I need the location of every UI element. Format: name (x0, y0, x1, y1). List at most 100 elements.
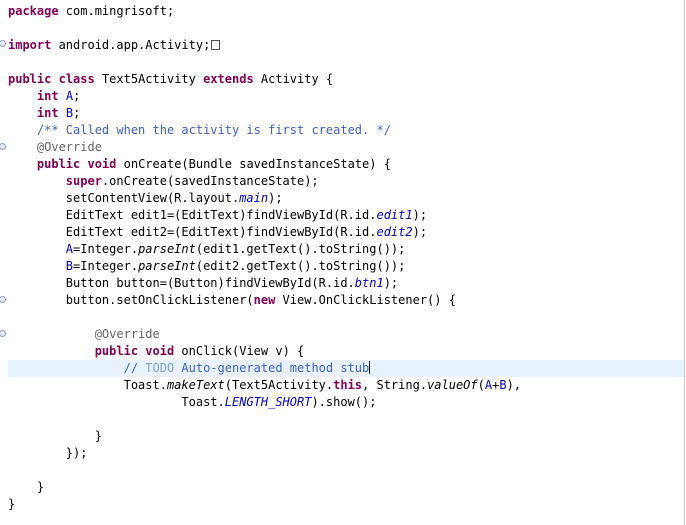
annotation: @Override (94, 327, 160, 341)
editor-border (684, 0, 685, 525)
code-line[interactable]: public void onClick(View v) { (8, 343, 305, 360)
code-text: ); (412, 225, 428, 239)
field-name: B (65, 259, 74, 273)
code-text: onCreate(Bundle savedInstanceState) { (116, 157, 391, 171)
keyword: public (8, 72, 52, 86)
code-text: ; (73, 106, 81, 120)
static-field: edit2 (376, 225, 413, 239)
code-text: Button button=(Button)findViewById(R.id. (65, 276, 355, 290)
keyword: extends (203, 72, 254, 86)
code-line[interactable]: /** Called when the activity is first cr… (8, 122, 391, 139)
code-line[interactable]: }); (8, 445, 88, 462)
code-line[interactable]: public void onCreate(Bundle savedInstanc… (8, 156, 391, 173)
line-comment: Auto-generated method stub (174, 361, 370, 375)
code-text: } (94, 429, 102, 443)
keyword: super (65, 174, 102, 188)
keyword: package (8, 4, 59, 18)
field-name: B (499, 378, 507, 392)
code-text: View.OnClickListener() { (275, 293, 456, 307)
code-text: onClick(View v) { (174, 344, 305, 358)
code-text: setContentView(R.layout. (65, 191, 240, 205)
code-text: Toast. (181, 395, 225, 409)
code-text: .onCreate(savedInstanceState); (101, 174, 319, 188)
keyword: public (36, 157, 81, 171)
keyword: int (36, 106, 59, 120)
code-text: EditText edit2=(EditText)findViewById(R.… (65, 225, 377, 239)
code-text: Toast. (123, 378, 167, 392)
code-text: button.setOnClickListener( (65, 293, 254, 307)
keyword: public (94, 344, 139, 358)
keyword: new (253, 293, 276, 307)
code-text: (Text5Activity. (224, 378, 334, 392)
code-line[interactable]: Toast.makeText(Text5Activity.this, Strin… (8, 377, 521, 394)
code-line[interactable]: B=Integer.parseInt(edit2.getText().toStr… (8, 258, 406, 275)
code-line[interactable]: import android.app.Activity; (8, 37, 221, 54)
field-name: B (65, 106, 74, 120)
fold-collapse-icon[interactable] (0, 330, 6, 337)
editor-gutter (0, 0, 8, 525)
text-cursor (369, 361, 371, 374)
code-line[interactable]: Toast.LENGTH_SHORT).show(); (8, 394, 376, 411)
code-line[interactable]: setContentView(R.layout.main); (8, 190, 283, 207)
fold-collapse-icon[interactable] (0, 296, 6, 303)
code-line[interactable]: A=Integer.parseInt(edit1.getText().toStr… (8, 241, 406, 258)
code-text: com.mingrisoft; (58, 4, 175, 18)
code-line[interactable]: } (8, 496, 15, 513)
fold-expand-icon[interactable] (0, 40, 6, 47)
keyword: void (87, 157, 117, 171)
static-method: valueOf (427, 378, 478, 392)
code-line[interactable]: public class Text5Activity extends Activ… (8, 71, 333, 88)
code-text: ( (477, 378, 485, 392)
keyword: void (145, 344, 175, 358)
code-text: ); (383, 276, 399, 290)
code-line[interactable]: Button button=(Button)findViewById(R.id.… (8, 275, 398, 292)
todo-tag: TODO (145, 361, 175, 375)
static-method: parseInt (138, 242, 196, 256)
code-text: }); (65, 446, 88, 460)
code-line[interactable]: button.setOnClickListener(new View.OnCli… (8, 292, 456, 309)
code-line[interactable]: int A; (8, 88, 80, 105)
code-line[interactable]: int B; (8, 105, 80, 122)
code-text: ); (268, 191, 283, 205)
code-line[interactable]: } (8, 428, 102, 445)
keyword: int (36, 89, 59, 103)
code-editor[interactable]: package com.mingrisoft; import android.a… (0, 0, 686, 525)
code-line[interactable]: } (8, 479, 44, 496)
code-text: =Integer. (73, 259, 139, 273)
keyword: import (8, 38, 52, 52)
javadoc-comment: /** Called when the activity is first cr… (36, 123, 391, 137)
code-text: (edit1.getText().toString()); (195, 242, 406, 256)
code-text: =Integer. (73, 242, 139, 256)
fold-collapse-icon[interactable] (0, 143, 6, 150)
code-text: ), (506, 378, 522, 392)
code-text: } (8, 497, 16, 511)
collapsed-block-icon[interactable] (211, 40, 221, 50)
code-text: , String. (362, 378, 428, 392)
field-name: A (65, 242, 74, 256)
code-text: android.app.Activity; (51, 38, 211, 52)
keyword: class (58, 72, 95, 86)
code-line[interactable]: package com.mingrisoft; (8, 3, 174, 20)
line-comment: // (123, 361, 146, 375)
keyword: this (333, 378, 363, 392)
annotation: @Override (36, 140, 102, 154)
code-line[interactable]: EditText edit2=(EditText)findViewById(R.… (8, 224, 427, 241)
code-line[interactable]: super.onCreate(savedInstanceState); (8, 173, 319, 190)
code-line[interactable]: @Override (8, 326, 160, 343)
code-text: Text5Activity (94, 72, 204, 86)
static-field: btn1 (354, 276, 384, 290)
static-field: main (239, 191, 269, 205)
code-text: } (36, 480, 45, 494)
static-method: makeText (166, 378, 225, 392)
field-name: A (65, 89, 74, 103)
code-line[interactable]: EditText edit1=(EditText)findViewById(R.… (8, 207, 427, 224)
code-text: ; (73, 89, 81, 103)
code-text: EditText edit1=(EditText)findViewById(R.… (65, 208, 377, 222)
code-line[interactable]: @Override (8, 139, 102, 156)
static-field: edit1 (376, 208, 413, 222)
code-line-current[interactable]: // TODO Auto-generated method stub (8, 360, 371, 377)
code-text: (edit2.getText().toString()); (195, 259, 406, 273)
code-text: Activity { (253, 72, 334, 86)
static-method: parseInt (138, 259, 196, 273)
